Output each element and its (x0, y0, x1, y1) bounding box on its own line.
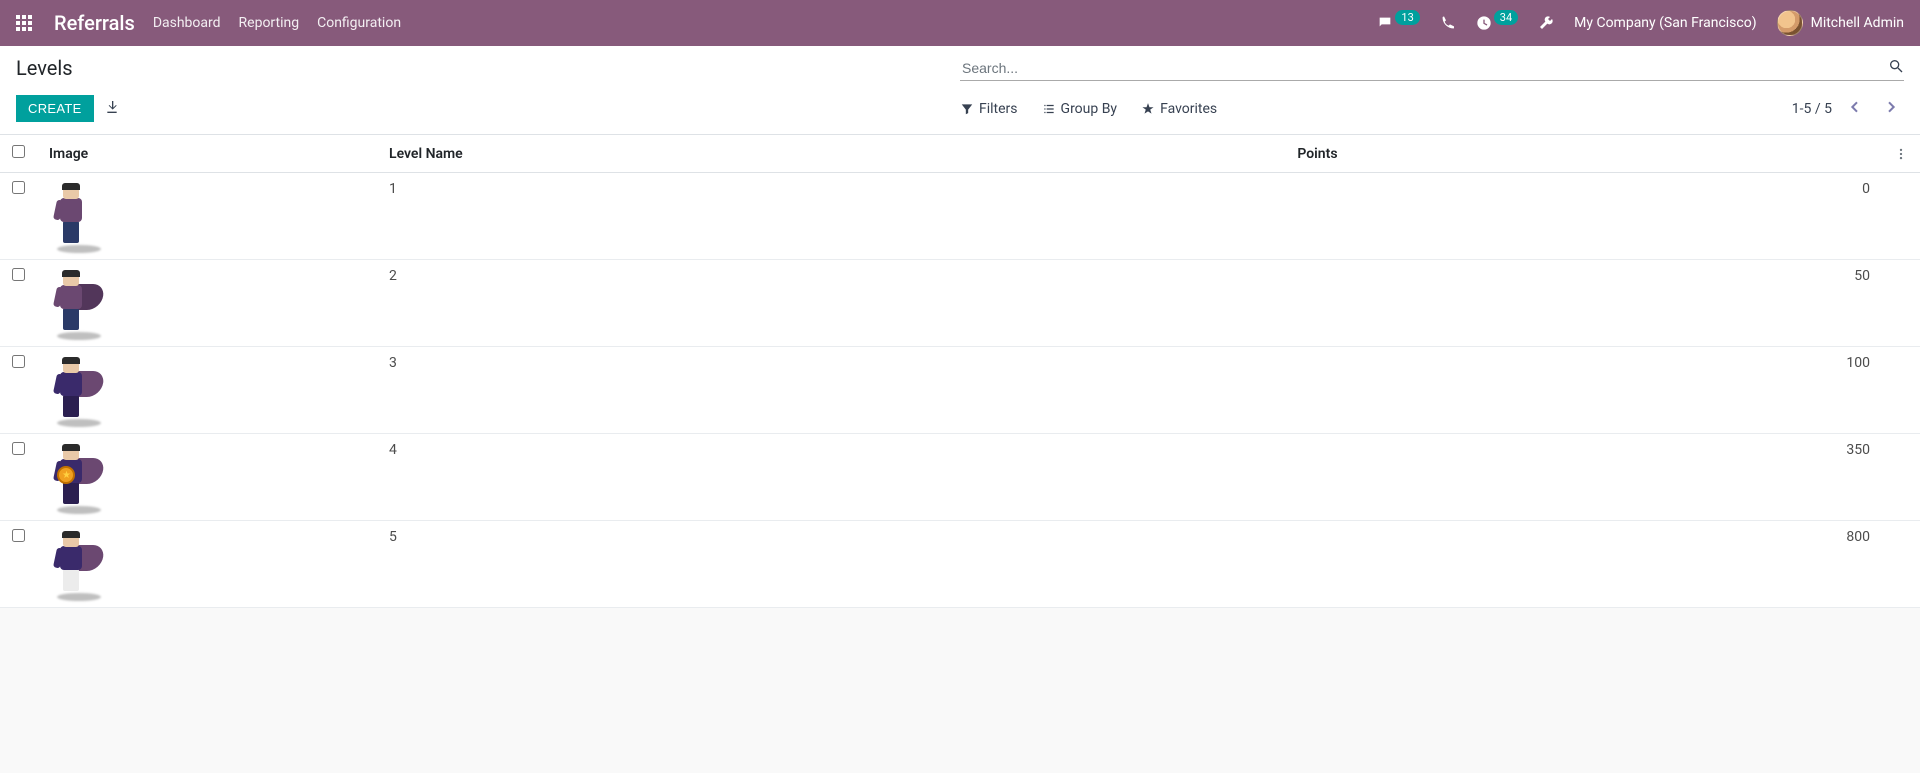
row-checkbox[interactable] (12, 181, 25, 194)
apps-menu-icon[interactable] (16, 15, 32, 31)
levels-table: Image Level Name Points 102503100★435058… (0, 135, 1920, 608)
column-header-image[interactable]: Image (37, 135, 377, 173)
cell-image: ★ (37, 434, 377, 521)
cell-points: 50 (1285, 260, 1882, 347)
select-all-checkbox[interactable] (12, 145, 25, 158)
top-navbar: Referrals Dashboard Reporting Configurat… (0, 0, 1920, 46)
phone-icon (1440, 15, 1456, 31)
table-row[interactable]: 250 (0, 260, 1920, 347)
chevron-left-icon (1847, 99, 1863, 115)
level-avatar-icon (49, 270, 95, 338)
row-trailing (1882, 347, 1920, 434)
column-options[interactable] (1882, 135, 1920, 173)
cell-image (37, 521, 377, 608)
cell-level-name: 3 (377, 347, 1285, 434)
table-row[interactable]: ★ 4350 (0, 434, 1920, 521)
funnel-icon (960, 102, 974, 116)
column-header-points[interactable]: Points (1285, 135, 1882, 173)
search-icon (1888, 58, 1904, 74)
row-trailing (1882, 521, 1920, 608)
messages-badge: 13 (1395, 10, 1419, 25)
cell-level-name: 5 (377, 521, 1285, 608)
chat-icon (1377, 15, 1393, 31)
row-checkbox[interactable] (12, 355, 25, 368)
cell-points: 100 (1285, 347, 1882, 434)
page-title: Levels (16, 56, 73, 80)
groupby-menu[interactable]: Group By (1042, 101, 1118, 117)
cell-image (37, 260, 377, 347)
clock-icon (1476, 15, 1492, 31)
cell-level-name: 4 (377, 434, 1285, 521)
pager: 1-5 / 5 (1792, 97, 1904, 121)
activities-button[interactable]: 34 (1476, 15, 1518, 31)
list-icon (1042, 102, 1056, 116)
nav-dashboard[interactable]: Dashboard (153, 15, 221, 31)
row-checkbox[interactable] (12, 529, 25, 542)
row-checkbox[interactable] (12, 268, 25, 281)
row-trailing (1882, 173, 1920, 260)
cell-points: 0 (1285, 173, 1882, 260)
pager-prev[interactable] (1842, 97, 1868, 121)
search-button[interactable] (1880, 58, 1904, 78)
groupby-label: Group By (1061, 101, 1118, 117)
level-avatar-icon (49, 357, 95, 425)
nav-configuration[interactable]: Configuration (317, 15, 401, 31)
app-brand[interactable]: Referrals (54, 11, 135, 35)
download-icon (104, 99, 120, 115)
activities-badge: 34 (1494, 10, 1518, 25)
table-row[interactable]: 5800 (0, 521, 1920, 608)
row-trailing (1882, 260, 1920, 347)
filters-label: Filters (979, 101, 1018, 117)
control-panel: Levels CREATE Filters Group By (0, 46, 1920, 135)
debug-button[interactable] (1538, 15, 1554, 31)
avatar-icon (1777, 10, 1803, 36)
level-avatar-icon (49, 531, 95, 599)
messages-button[interactable]: 13 (1377, 15, 1419, 31)
chevron-right-icon (1883, 99, 1899, 115)
cell-points: 800 (1285, 521, 1882, 608)
user-name: Mitchell Admin (1811, 15, 1904, 31)
favorites-label: Favorites (1160, 101, 1217, 117)
pager-next[interactable] (1878, 97, 1904, 121)
table-row[interactable]: 3100 (0, 347, 1920, 434)
favorites-menu[interactable]: Favorites (1141, 101, 1217, 117)
cell-image (37, 173, 377, 260)
cell-image (37, 347, 377, 434)
phone-button[interactable] (1440, 15, 1456, 31)
cell-points: 350 (1285, 434, 1882, 521)
level-avatar-icon: ★ (49, 444, 95, 512)
search-box[interactable] (960, 56, 1904, 81)
column-header-name[interactable]: Level Name (377, 135, 1285, 173)
company-switcher[interactable]: My Company (San Francisco) (1574, 15, 1756, 31)
kebab-icon (1894, 147, 1908, 161)
create-button[interactable]: CREATE (16, 95, 94, 122)
star-icon (1141, 102, 1155, 116)
search-input[interactable] (960, 56, 1880, 80)
filters-menu[interactable]: Filters (960, 101, 1018, 117)
table-row[interactable]: 10 (0, 173, 1920, 260)
row-trailing (1882, 434, 1920, 521)
nav-reporting[interactable]: Reporting (239, 15, 300, 31)
wrench-icon (1538, 15, 1554, 31)
user-menu[interactable]: Mitchell Admin (1777, 10, 1904, 36)
export-button[interactable] (104, 99, 120, 119)
cell-level-name: 2 (377, 260, 1285, 347)
pager-text[interactable]: 1-5 / 5 (1792, 101, 1832, 117)
row-checkbox[interactable] (12, 442, 25, 455)
cell-level-name: 1 (377, 173, 1285, 260)
level-avatar-icon (49, 183, 95, 251)
